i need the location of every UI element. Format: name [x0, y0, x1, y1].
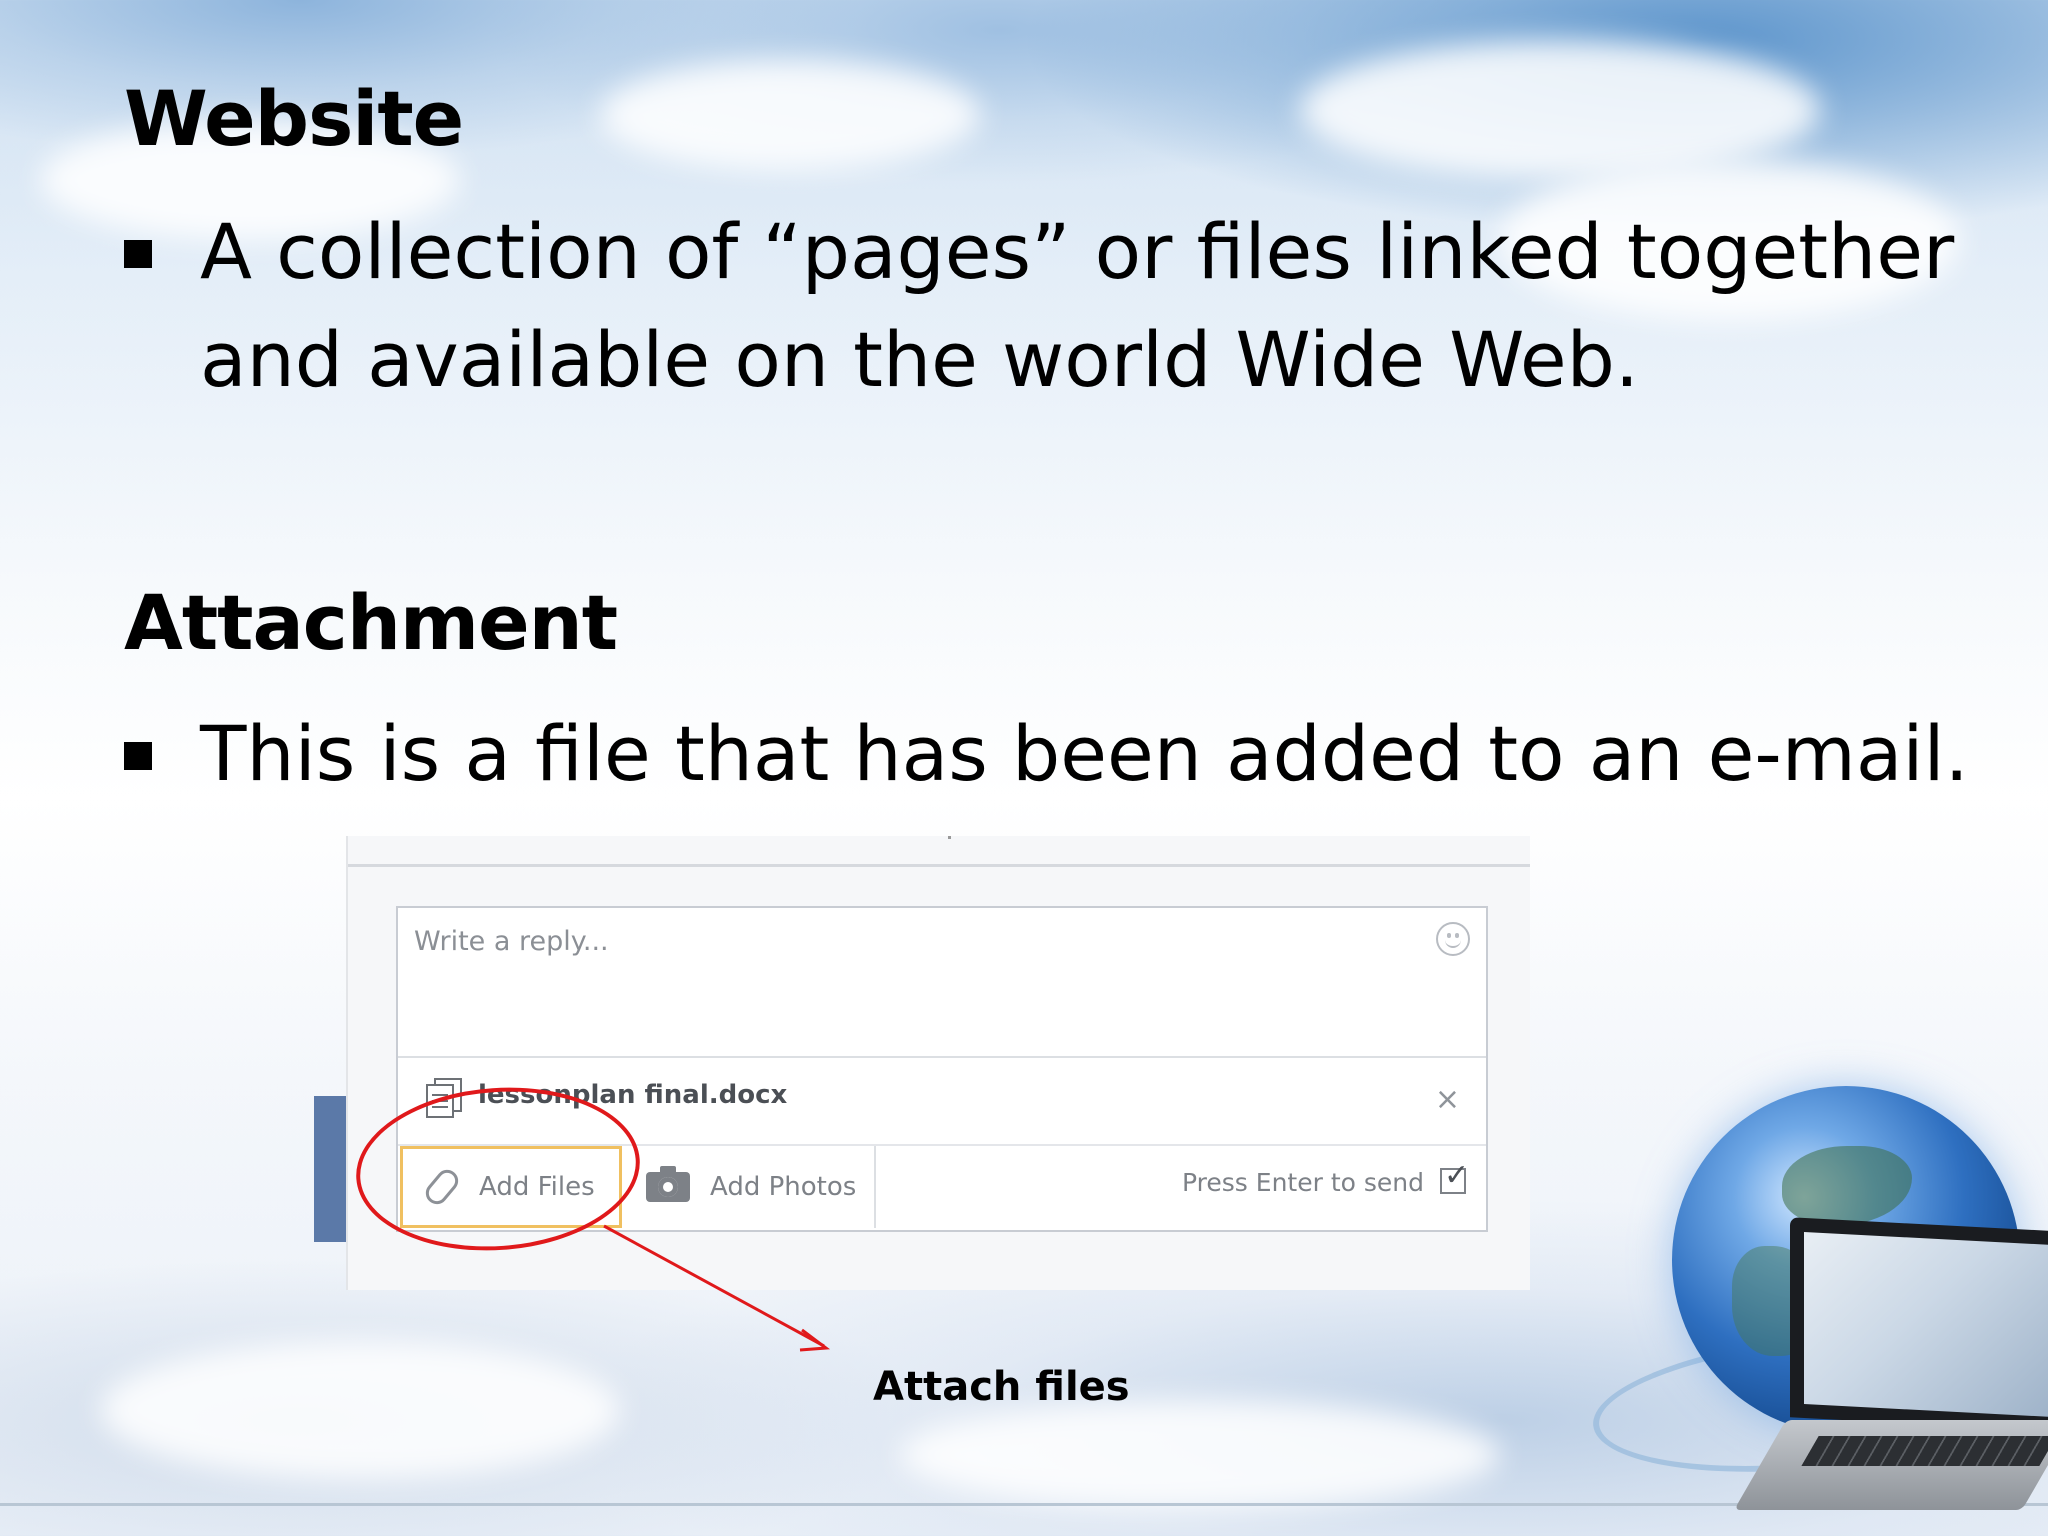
annotation-caption: Attach files — [873, 1364, 1130, 1410]
annotation-arrow — [603, 1224, 831, 1352]
